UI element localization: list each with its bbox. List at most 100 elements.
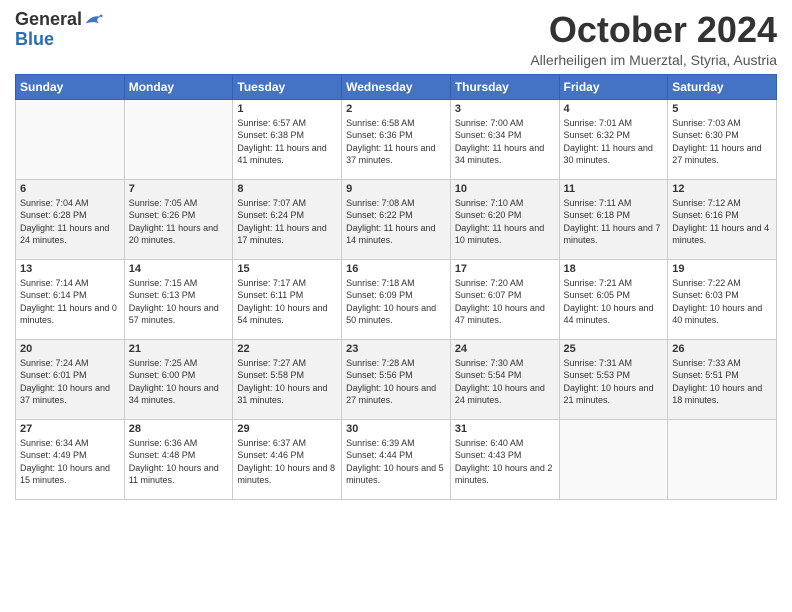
table-row: 9 Sunrise: 7:08 AM Sunset: 6:22 PM Daylig… (342, 179, 451, 259)
table-row: 2 Sunrise: 6:58 AM Sunset: 6:36 PM Daylig… (342, 99, 451, 179)
day-info: Sunrise: 6:58 AM Sunset: 6:36 PM Dayligh… (346, 117, 446, 167)
day-info: Sunrise: 7:33 AM Sunset: 5:51 PM Dayligh… (672, 357, 772, 407)
table-row: 7 Sunrise: 7:05 AM Sunset: 6:26 PM Daylig… (124, 179, 233, 259)
day-number: 1 (237, 103, 337, 115)
day-info: Sunrise: 7:04 AM Sunset: 6:28 PM Dayligh… (20, 197, 120, 247)
day-number: 2 (346, 103, 446, 115)
day-info: Sunrise: 7:15 AM Sunset: 6:13 PM Dayligh… (129, 277, 229, 327)
table-row: 18 Sunrise: 7:21 AM Sunset: 6:05 PM Dayli… (559, 259, 668, 339)
table-row: 24Sunrise: 7:30 AM Sunset: 5:54 PM Dayli… (450, 339, 559, 419)
day-number: 14 (129, 263, 229, 275)
day-info: Sunrise: 7:10 AM Sunset: 6:20 PM Dayligh… (455, 197, 555, 247)
day-info: Sunrise: 6:40 AM Sunset: 4:43 PM Dayligh… (455, 437, 555, 487)
day-number: 6 (20, 183, 120, 195)
day-info: Sunrise: 6:37 AM Sunset: 4:46 PM Dayligh… (237, 437, 337, 487)
day-info: Sunrise: 7:22 AM Sunset: 6:03 PM Dayligh… (672, 277, 772, 327)
day-number: 20 (20, 343, 120, 355)
weekday-header: Saturday (668, 74, 777, 99)
day-info: Sunrise: 7:24 AM Sunset: 6:01 PM Dayligh… (20, 357, 120, 407)
day-info: Sunrise: 7:20 AM Sunset: 6:07 PM Dayligh… (455, 277, 555, 327)
day-number: 23 (346, 343, 446, 355)
table-row: 5Sunrise: 7:03 AM Sunset: 6:30 PM Daylig… (668, 99, 777, 179)
table-row: 14 Sunrise: 7:15 AM Sunset: 6:13 PM Dayli… (124, 259, 233, 339)
table-row: 26Sunrise: 7:33 AM Sunset: 5:51 PM Dayli… (668, 339, 777, 419)
day-info: Sunrise: 7:03 AM Sunset: 6:30 PM Dayligh… (672, 117, 772, 167)
day-number: 29 (237, 423, 337, 435)
table-row (16, 99, 125, 179)
day-number: 7 (129, 183, 229, 195)
day-info: Sunrise: 7:18 AM Sunset: 6:09 PM Dayligh… (346, 277, 446, 327)
table-row: 4 Sunrise: 7:01 AM Sunset: 6:32 PM Daylig… (559, 99, 668, 179)
table-row: 6 Sunrise: 7:04 AM Sunset: 6:28 PM Daylig… (16, 179, 125, 259)
weekday-header: Tuesday (233, 74, 342, 99)
day-number: 12 (672, 183, 772, 195)
day-info: Sunrise: 7:21 AM Sunset: 6:05 PM Dayligh… (564, 277, 664, 327)
table-row: 28 Sunrise: 6:36 AM Sunset: 4:48 PM Dayli… (124, 419, 233, 499)
table-row: 23 Sunrise: 7:28 AM Sunset: 5:56 PM Dayli… (342, 339, 451, 419)
day-number: 21 (129, 343, 229, 355)
table-row: 20 Sunrise: 7:24 AM Sunset: 6:01 PM Dayli… (16, 339, 125, 419)
day-number: 28 (129, 423, 229, 435)
table-row: 21Sunrise: 7:25 AM Sunset: 6:00 PM Dayli… (124, 339, 233, 419)
day-info: Sunrise: 7:07 AM Sunset: 6:24 PM Dayligh… (237, 197, 337, 247)
day-info: Sunrise: 7:12 AM Sunset: 6:16 PM Dayligh… (672, 197, 772, 247)
table-row: 30Sunrise: 6:39 AM Sunset: 4:44 PM Dayli… (342, 419, 451, 499)
weekday-header: Sunday (16, 74, 125, 99)
day-info: Sunrise: 6:36 AM Sunset: 4:48 PM Dayligh… (129, 437, 229, 487)
calendar-table: SundayMondayTuesdayWednesdayThursdayFrid… (15, 74, 777, 500)
header: General Blue October 2024 Allerheiligen … (15, 10, 777, 68)
table-row: 11 Sunrise: 7:11 AM Sunset: 6:18 PM Dayli… (559, 179, 668, 259)
day-info: Sunrise: 7:01 AM Sunset: 6:32 PM Dayligh… (564, 117, 664, 167)
table-row: 15 Sunrise: 7:17 AM Sunset: 6:11 PM Dayli… (233, 259, 342, 339)
table-row: 29 Sunrise: 6:37 AM Sunset: 4:46 PM Dayli… (233, 419, 342, 499)
day-number: 11 (564, 183, 664, 195)
table-row (559, 419, 668, 499)
subtitle: Allerheiligen im Muerztal, Styria, Austr… (530, 52, 777, 68)
logo-general: General (15, 10, 82, 30)
day-info: Sunrise: 7:27 AM Sunset: 5:58 PM Dayligh… (237, 357, 337, 407)
table-row: 12 Sunrise: 7:12 AM Sunset: 6:16 PM Dayli… (668, 179, 777, 259)
day-number: 15 (237, 263, 337, 275)
weekday-header: Friday (559, 74, 668, 99)
table-row: 25 Sunrise: 7:31 AM Sunset: 5:53 PM Dayli… (559, 339, 668, 419)
table-row: 27 Sunrise: 6:34 AM Sunset: 4:49 PM Dayli… (16, 419, 125, 499)
table-row: 3Sunrise: 7:00 AM Sunset: 6:34 PM Daylig… (450, 99, 559, 179)
day-number: 18 (564, 263, 664, 275)
month-title: October 2024 (530, 10, 777, 50)
day-number: 4 (564, 103, 664, 115)
day-info: Sunrise: 6:34 AM Sunset: 4:49 PM Dayligh… (20, 437, 120, 487)
table-row: 13Sunrise: 7:14 AM Sunset: 6:14 PM Dayli… (16, 259, 125, 339)
table-row: 17 Sunrise: 7:20 AM Sunset: 6:07 PM Dayli… (450, 259, 559, 339)
table-row: 16 Sunrise: 7:18 AM Sunset: 6:09 PM Dayli… (342, 259, 451, 339)
day-number: 3 (455, 103, 555, 115)
day-number: 27 (20, 423, 120, 435)
weekday-header: Monday (124, 74, 233, 99)
logo-blue: Blue (15, 30, 104, 50)
logo: General Blue (15, 10, 104, 50)
day-info: Sunrise: 7:17 AM Sunset: 6:11 PM Dayligh… (237, 277, 337, 327)
weekday-header: Thursday (450, 74, 559, 99)
table-row: 22Sunrise: 7:27 AM Sunset: 5:58 PM Dayli… (233, 339, 342, 419)
day-info: Sunrise: 7:28 AM Sunset: 5:56 PM Dayligh… (346, 357, 446, 407)
day-number: 17 (455, 263, 555, 275)
table-row (124, 99, 233, 179)
table-row: 1 Sunrise: 6:57 AM Sunset: 6:38 PM Daylig… (233, 99, 342, 179)
weekday-header: Wednesday (342, 74, 451, 99)
title-area: October 2024 Allerheiligen im Muerztal, … (530, 10, 777, 68)
day-number: 9 (346, 183, 446, 195)
day-info: Sunrise: 7:08 AM Sunset: 6:22 PM Dayligh… (346, 197, 446, 247)
day-info: Sunrise: 7:31 AM Sunset: 5:53 PM Dayligh… (564, 357, 664, 407)
day-number: 25 (564, 343, 664, 355)
day-number: 30 (346, 423, 446, 435)
table-row (668, 419, 777, 499)
day-number: 19 (672, 263, 772, 275)
calendar-body: 1 Sunrise: 6:57 AM Sunset: 6:38 PM Daylig… (16, 99, 777, 499)
table-row: 31Sunrise: 6:40 AM Sunset: 4:43 PM Dayli… (450, 419, 559, 499)
logo-bird-icon (84, 11, 104, 29)
day-number: 16 (346, 263, 446, 275)
day-info: Sunrise: 6:57 AM Sunset: 6:38 PM Dayligh… (237, 117, 337, 167)
table-row: 19 Sunrise: 7:22 AM Sunset: 6:03 PM Dayli… (668, 259, 777, 339)
table-row: 8Sunrise: 7:07 AM Sunset: 6:24 PM Daylig… (233, 179, 342, 259)
day-info: Sunrise: 7:05 AM Sunset: 6:26 PM Dayligh… (129, 197, 229, 247)
day-info: Sunrise: 7:11 AM Sunset: 6:18 PM Dayligh… (564, 197, 664, 247)
